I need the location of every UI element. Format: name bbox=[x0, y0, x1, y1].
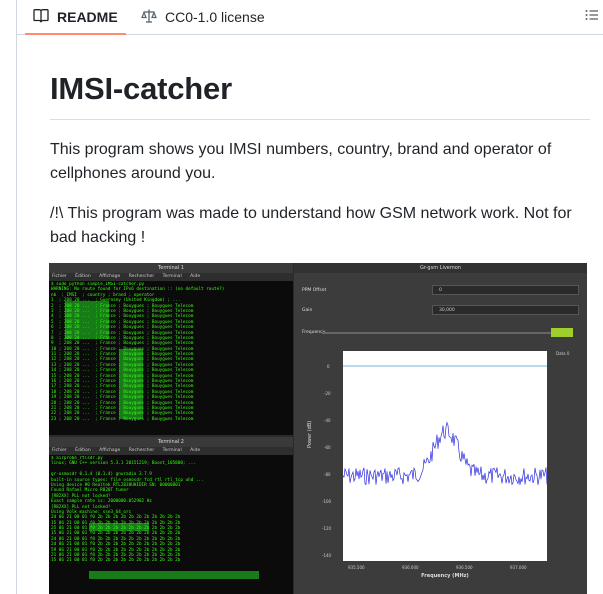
menu-item: Rechercher bbox=[128, 448, 155, 453]
gain-field[interactable]: 30,000 bbox=[432, 305, 579, 315]
spectrum-svg bbox=[342, 365, 548, 486]
gain-label: Gain bbox=[302, 308, 313, 313]
menu-item: Terminal bbox=[162, 448, 182, 453]
y-tick: 0 bbox=[327, 364, 330, 369]
menu-item: Édition bbox=[75, 448, 91, 453]
frequency-slider-handle[interactable] bbox=[551, 328, 573, 337]
demo-screenshot[interactable]: Terminal 1 Fichier Édition Affichage Rec… bbox=[49, 263, 587, 594]
list-unordered-icon bbox=[584, 10, 600, 27]
grgsm-title: Gr-gsm Livemon bbox=[294, 263, 587, 273]
ppm-offset-field[interactable]: 0 bbox=[432, 285, 579, 295]
tab-readme[interactable]: README bbox=[25, 0, 126, 35]
terminal-1-output: $ sudo python simple_IMSI-catcher.py WARN… bbox=[51, 282, 287, 422]
menu-item: Rechercher bbox=[128, 274, 155, 279]
ppm-offset-row: PPM Offset 0 bbox=[302, 285, 579, 297]
frequency-row: Frequency bbox=[302, 327, 579, 339]
terminal-2-output: $ airprobe_rtlsdr.py linux; GNU C++ versi… bbox=[51, 456, 287, 564]
menu-item: Affichage bbox=[99, 448, 121, 453]
y-tick: -100 bbox=[322, 499, 332, 504]
tab-license[interactable]: CC0-1.0 license bbox=[141, 0, 265, 34]
x-tick: 936.500 bbox=[456, 565, 473, 570]
y-tick: -20 bbox=[324, 391, 331, 396]
ppm-offset-label: PPM Offset bbox=[302, 288, 327, 293]
grgsm-livemon-window: Gr-gsm Livemon PPM Offset 0 Gain 30,000 … bbox=[294, 263, 587, 594]
terminal-1-window: Terminal 1 Fichier Édition Affichage Rec… bbox=[49, 263, 293, 435]
y-tick: -60 bbox=[324, 445, 331, 450]
outline-menu-button[interactable] bbox=[584, 7, 603, 27]
x-axis-label: Frequency (MHz) bbox=[421, 573, 469, 579]
x-tick: 935.500 bbox=[348, 565, 365, 570]
menu-item: Fichier bbox=[52, 274, 67, 279]
page-title: IMSI-catcher bbox=[50, 71, 232, 106]
x-tick: 937.000 bbox=[510, 565, 527, 570]
terminal-2-menu: Fichier Édition Affichage Rechercher Ter… bbox=[49, 447, 293, 455]
warning-paragraph: /!\ This program was made to understand … bbox=[50, 205, 572, 246]
tab-license-label: CC0-1.0 license bbox=[165, 9, 265, 25]
gain-row: Gain 30,000 bbox=[302, 305, 579, 317]
description-paragraph: This program shows you IMSI numbers, cou… bbox=[50, 141, 552, 182]
readme-tab-bar: README CC0-1.0 license bbox=[17, 0, 603, 35]
book-icon bbox=[33, 8, 57, 27]
x-tick: 936.000 bbox=[402, 565, 419, 570]
plot-legend: Data 0 bbox=[556, 351, 570, 356]
frequency-slider[interactable] bbox=[322, 332, 557, 334]
menu-item: Terminal bbox=[162, 274, 182, 279]
spectrum-plot bbox=[342, 351, 548, 561]
y-axis-label: Power (dB) bbox=[307, 420, 313, 448]
menu-item: Aide bbox=[190, 274, 201, 279]
spectrum-trace bbox=[342, 421, 548, 486]
terminal-line: 15 06 21 00 01 f0 2b 2b 2b 2b 2b 2b 2b 2… bbox=[51, 558, 181, 564]
packet-highlight bbox=[89, 571, 259, 579]
menu-item: Édition bbox=[75, 274, 91, 279]
y-tick: -120 bbox=[322, 526, 332, 531]
terminal-1-menu: Fichier Édition Affichage Rechercher Ter… bbox=[49, 273, 293, 281]
terminal-2-title: Terminal 2 bbox=[49, 437, 293, 447]
terminal-1-title: Terminal 1 bbox=[49, 263, 293, 273]
tab-readme-label: README bbox=[57, 9, 118, 25]
law-icon bbox=[141, 8, 165, 27]
menu-item: Aide bbox=[190, 448, 201, 453]
title-divider bbox=[50, 119, 590, 120]
y-tick: -140 bbox=[322, 553, 332, 558]
menu-item: Affichage bbox=[99, 274, 121, 279]
terminal-2-window: Terminal 2 Fichier Édition Affichage Rec… bbox=[49, 437, 293, 594]
menu-item: Fichier bbox=[52, 448, 67, 453]
y-tick: -40 bbox=[324, 418, 331, 423]
y-tick: -80 bbox=[324, 472, 331, 477]
terminal-line: 23 ; 208 20 ... ; France ; Bouygues ; Bo… bbox=[51, 416, 194, 422]
readme-content: IMSI-catcher This program shows you IMSI… bbox=[50, 34, 590, 250]
